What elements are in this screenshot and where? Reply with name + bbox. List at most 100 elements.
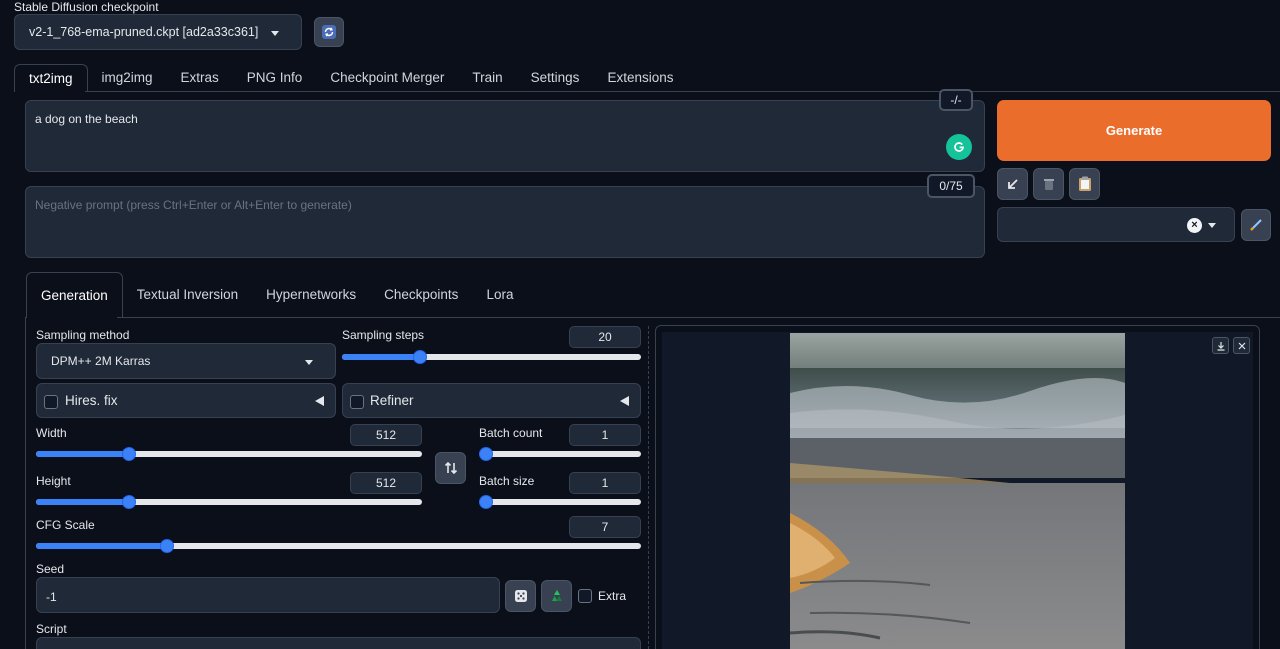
generate-button[interactable]: Generate bbox=[997, 100, 1271, 161]
styles-select[interactable]: × bbox=[997, 207, 1235, 242]
reuse-seed-button[interactable] bbox=[541, 580, 572, 612]
tab-train[interactable]: Train bbox=[458, 64, 516, 92]
tabs-divider bbox=[85, 91, 1280, 92]
sampling-steps-input[interactable]: 20 bbox=[569, 326, 641, 348]
extra-seed-label: Extra bbox=[598, 589, 627, 603]
prompt-input[interactable]: a dog on the beach bbox=[25, 100, 985, 172]
hires-fix-accordion[interactable]: Hires. fix bbox=[36, 383, 336, 418]
sampling-method-label: Sampling method bbox=[36, 328, 130, 342]
slider-thumb[interactable] bbox=[121, 495, 136, 509]
recycle-icon bbox=[551, 590, 562, 601]
negative-prompt-placeholder: Negative prompt (press Ctrl+Enter or Alt… bbox=[35, 198, 352, 212]
refiner-checkbox[interactable] bbox=[350, 395, 364, 409]
download-button[interactable] bbox=[1212, 337, 1229, 354]
slider-fill bbox=[342, 354, 417, 360]
hires-fix-checkbox[interactable] bbox=[44, 395, 58, 409]
tab-extras[interactable]: Extras bbox=[167, 64, 233, 92]
clear-icon[interactable]: × bbox=[1187, 218, 1202, 233]
tab-generation[interactable]: Generation bbox=[26, 272, 123, 318]
grammarly-icon[interactable] bbox=[946, 134, 972, 160]
refresh-icon bbox=[322, 25, 336, 39]
slider-fill bbox=[36, 499, 125, 505]
sampling-steps-slider[interactable] bbox=[342, 350, 641, 364]
tab-img2img[interactable]: img2img bbox=[88, 64, 167, 92]
close-image-button[interactable] bbox=[1233, 337, 1250, 354]
width-slider[interactable] bbox=[36, 447, 422, 461]
script-label: Script bbox=[36, 622, 67, 636]
tab-textual-inversion[interactable]: Textual Inversion bbox=[123, 272, 252, 318]
sampling-steps-label: Sampling steps bbox=[342, 328, 425, 342]
chevron-down-icon bbox=[1208, 223, 1216, 228]
checkpoint-label: Stable Diffusion checkpoint bbox=[14, 0, 159, 14]
main-tabs: txt2img img2img Extras PNG Info Checkpoi… bbox=[14, 64, 687, 92]
refiner-accordion[interactable]: Refiner bbox=[342, 383, 641, 418]
tab-lora[interactable]: Lora bbox=[472, 272, 527, 318]
slider-track bbox=[479, 499, 641, 505]
chevron-down-icon bbox=[305, 360, 313, 365]
trash-icon bbox=[1043, 179, 1054, 190]
swap-arrows-icon bbox=[444, 461, 457, 475]
slider-thumb[interactable] bbox=[479, 447, 493, 461]
g-icon bbox=[952, 140, 966, 154]
seed-input[interactable]: -1 bbox=[36, 577, 500, 613]
extra-tabs-divider bbox=[117, 317, 1280, 318]
slider-thumb[interactable] bbox=[121, 447, 136, 461]
seed-value: -1 bbox=[46, 590, 57, 604]
refresh-checkpoint-button[interactable] bbox=[314, 17, 344, 47]
sampling-method-select[interactable]: DPM++ 2M Karras bbox=[36, 343, 336, 379]
dice-icon bbox=[514, 590, 527, 602]
prompt-text: a dog on the beach bbox=[35, 112, 138, 126]
paintbrush-icon bbox=[1250, 219, 1262, 231]
height-input[interactable]: 512 bbox=[350, 472, 422, 494]
paste-styles-button[interactable] bbox=[1069, 168, 1100, 200]
tab-hypernetworks[interactable]: Hypernetworks bbox=[252, 272, 370, 318]
close-icon bbox=[1238, 342, 1245, 349]
tab-png-info[interactable]: PNG Info bbox=[233, 64, 317, 92]
cfg-scale-label: CFG Scale bbox=[36, 518, 95, 532]
clipboard-icon bbox=[1078, 176, 1091, 191]
read-params-button[interactable] bbox=[997, 168, 1028, 200]
batch-count-label: Batch count bbox=[479, 426, 543, 440]
settings-left-border bbox=[25, 317, 26, 649]
tab-checkpoint-merger[interactable]: Checkpoint Merger bbox=[316, 64, 458, 92]
cfg-scale-input[interactable]: 7 bbox=[569, 516, 641, 538]
slider-track bbox=[479, 451, 641, 457]
generated-image[interactable] bbox=[790, 333, 1125, 649]
height-label: Height bbox=[36, 474, 71, 488]
random-seed-button[interactable] bbox=[505, 580, 536, 612]
batch-count-slider[interactable] bbox=[479, 447, 641, 461]
batch-size-slider[interactable] bbox=[479, 495, 641, 509]
clear-prompt-button[interactable] bbox=[1033, 168, 1064, 200]
negative-prompt-input[interactable]: Negative prompt (press Ctrl+Enter or Alt… bbox=[25, 186, 985, 258]
slider-fill bbox=[36, 543, 164, 549]
slider-fill bbox=[36, 451, 125, 457]
script-select[interactable] bbox=[36, 637, 641, 649]
column-divider bbox=[648, 326, 649, 649]
edit-styles-button[interactable] bbox=[1241, 209, 1271, 241]
extra-seed-checkbox[interactable] bbox=[578, 589, 592, 603]
slider-thumb[interactable] bbox=[160, 539, 175, 553]
sampling-method-value: DPM++ 2M Karras bbox=[51, 354, 151, 368]
slider-thumb[interactable] bbox=[479, 495, 493, 509]
width-input[interactable]: 512 bbox=[350, 424, 422, 446]
width-label: Width bbox=[36, 426, 67, 440]
height-slider[interactable] bbox=[36, 495, 422, 509]
tab-extensions[interactable]: Extensions bbox=[593, 64, 687, 92]
slider-thumb[interactable] bbox=[413, 350, 428, 364]
collapse-triangle-icon bbox=[315, 396, 324, 406]
cfg-scale-slider[interactable] bbox=[36, 539, 641, 553]
negative-token-counter: 0/75 bbox=[927, 174, 975, 198]
batch-count-input[interactable]: 1 bbox=[569, 424, 641, 446]
tab-checkpoints[interactable]: Checkpoints bbox=[370, 272, 472, 318]
checkpoint-select[interactable]: v2-1_768-ema-pruned.ckpt [ad2a33c361] bbox=[14, 14, 302, 50]
prompt-token-counter: -/- bbox=[939, 89, 973, 111]
batch-size-label: Batch size bbox=[479, 474, 535, 488]
refiner-label: Refiner bbox=[370, 393, 414, 408]
hires-fix-label: Hires. fix bbox=[65, 393, 118, 408]
swap-dimensions-button[interactable] bbox=[435, 452, 466, 484]
tab-settings[interactable]: Settings bbox=[517, 64, 594, 92]
tab-txt2img[interactable]: txt2img bbox=[14, 64, 88, 92]
arrow-down-left-icon bbox=[1007, 179, 1018, 189]
batch-size-input[interactable]: 1 bbox=[569, 472, 641, 494]
checkpoint-value: v2-1_768-ema-pruned.ckpt [ad2a33c361] bbox=[29, 25, 259, 39]
